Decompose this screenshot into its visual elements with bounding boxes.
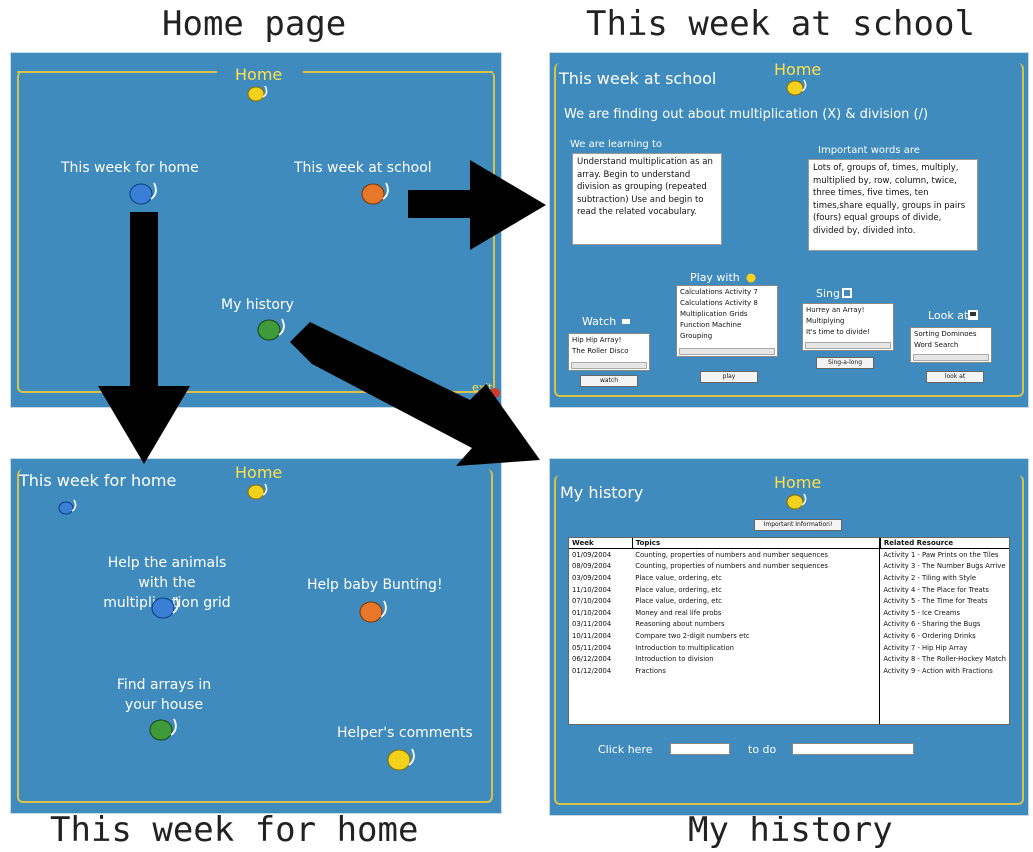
arrow-to-history — [290, 322, 540, 466]
arrow-to-home-week — [98, 212, 190, 464]
arrow-to-school — [408, 160, 546, 250]
arrows-layer — [98, 160, 546, 466]
